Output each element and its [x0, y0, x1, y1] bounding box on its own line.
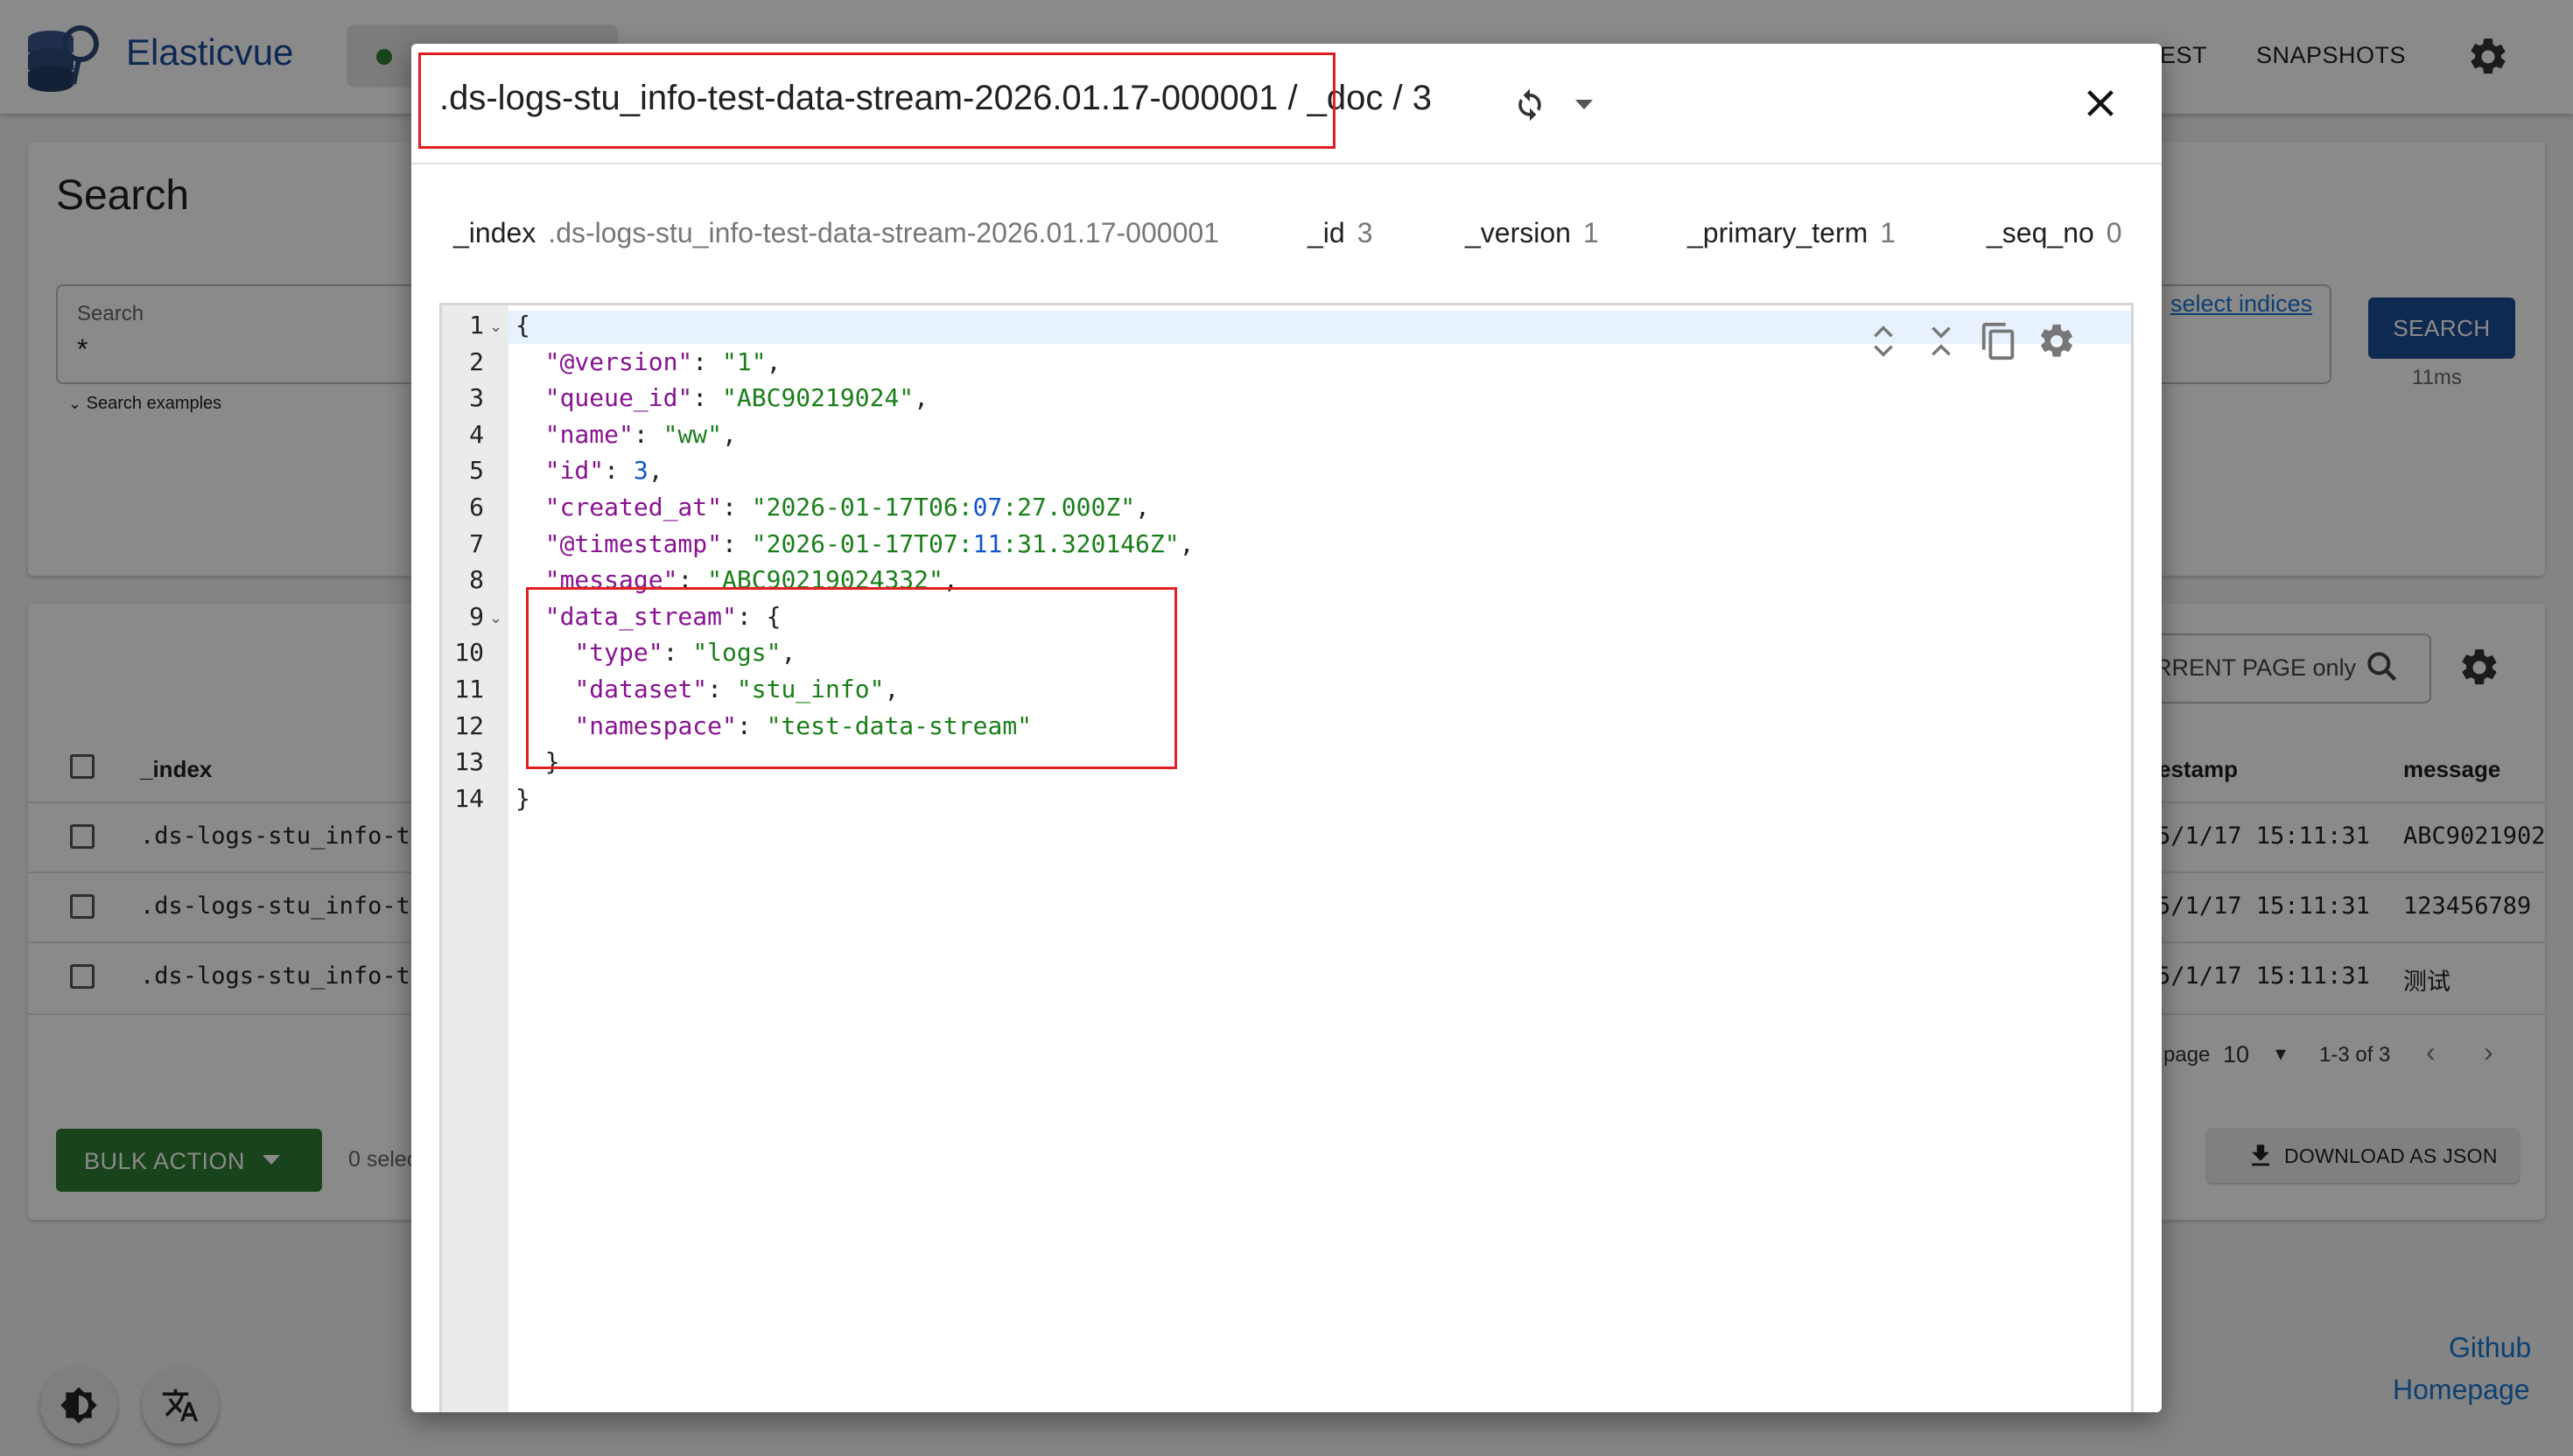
close-icon[interactable]: [2083, 86, 2118, 121]
line-number: 2: [469, 346, 484, 376]
code-line: {: [515, 311, 530, 340]
code-line: "@timestamp": "2026-01-17T07:11:31.32014…: [544, 528, 1195, 558]
line-number: 6: [469, 493, 484, 522]
meta-version-key: _version: [1465, 217, 1571, 248]
line-number: 8: [469, 565, 484, 595]
highlight-box-data-stream: [526, 587, 1177, 769]
line-number: 12: [454, 710, 484, 740]
line-number: 5: [469, 456, 484, 486]
line-number: 4: [469, 419, 484, 449]
line-number: 11: [454, 675, 484, 704]
meta-version-value: 1: [1582, 217, 1599, 248]
meta-seq-no-value: 0: [2106, 217, 2122, 248]
line-number: 1: [469, 311, 484, 340]
line-number: 3: [469, 383, 484, 413]
meta-version: _version 1: [1465, 217, 1599, 249]
line-number: 14: [454, 783, 484, 813]
meta-index-value: .ds-logs-stu_info-test-data-stream-2026.…: [548, 217, 1219, 248]
expand-all-icon[interactable]: [1863, 321, 1903, 361]
editor-settings-gear-icon[interactable]: [2037, 321, 2077, 361]
line-number: 9: [469, 601, 484, 631]
meta-primary-term-value: 1: [1880, 217, 1896, 248]
copy-icon[interactable]: [1979, 321, 2019, 361]
line-number: 7: [469, 528, 484, 558]
highlight-box-index-name: [418, 52, 1336, 149]
json-editor[interactable]: 1 ⌄ {2 "@version": "1", 3 "queue_id": "ABC9…: [439, 303, 2134, 1412]
reload-icon[interactable]: [1511, 84, 1549, 122]
collapse-all-icon[interactable]: [1921, 321, 1961, 361]
meta-id-key: _id: [1308, 217, 1345, 248]
code-line: }: [515, 783, 530, 813]
meta-seq-no: _seq_no 0: [1987, 217, 2122, 249]
meta-id-value: 3: [1357, 217, 1373, 248]
meta-index-key: _index: [453, 217, 536, 248]
line-number: 13: [454, 747, 484, 777]
reload-options-caret-icon[interactable]: [1575, 100, 1593, 109]
meta-seq-no-key: _seq_no: [1987, 217, 2094, 248]
fold-toggle-icon[interactable]: ⌄: [489, 318, 502, 336]
code-line: "id": 3,: [544, 456, 663, 486]
code-line: "queue_id": "ABC90219024",: [544, 383, 929, 413]
meta-id: _id 3: [1308, 217, 1373, 249]
meta-primary-term-key: _primary_term: [1687, 217, 1868, 248]
code-line: "name": "ww",: [544, 419, 737, 449]
meta-primary-term: _primary_term 1: [1687, 217, 1896, 249]
dialog-header: .ds-logs-stu_info-test-data-stream-2026.…: [411, 44, 2162, 164]
code-line: "@version": "1",: [544, 346, 782, 376]
code-line: "created_at": "2026-01-17T06:07:27.000Z"…: [544, 493, 1150, 522]
line-number: 10: [454, 638, 484, 668]
document-dialog: .ds-logs-stu_info-test-data-stream-2026.…: [411, 44, 2162, 1412]
fold-toggle-icon[interactable]: ⌄: [489, 609, 502, 627]
meta-index: _index .ds-logs-stu_info-test-data-stream…: [453, 217, 1219, 249]
